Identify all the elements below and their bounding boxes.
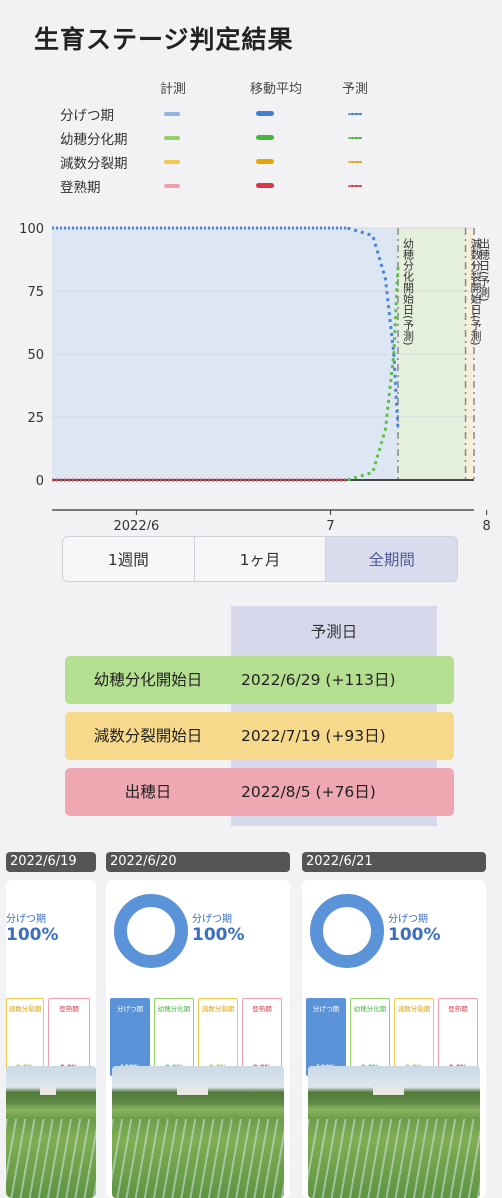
- stage-bar-tillering: 分げつ期 100%: [110, 998, 150, 1076]
- card-stage-percent: 100%: [388, 925, 441, 945]
- x-tick-label: 7: [326, 519, 334, 530]
- stage-bar-panicle-initiation: 幼穂分化期 0.0%: [350, 998, 390, 1076]
- stage-bar-ripening: 登熟期 0.0%: [48, 998, 90, 1076]
- legend-measured-swatch: [164, 184, 180, 188]
- stage-bar-label: 幼穂分化期: [353, 1005, 387, 1013]
- card-stage-percent: 100%: [192, 925, 245, 945]
- growth-stage-chart: 1007550250幼穂分化開始日(予測) 減数分裂開始日(予測)出穂日(予測)2…: [19, 222, 491, 530]
- legend-predicted-swatch: [348, 185, 362, 187]
- stage-bar-label: 減数分裂期: [201, 1005, 235, 1013]
- tab-1-month[interactable]: 1ヶ月: [195, 537, 327, 581]
- legend-predicted-swatch: [348, 137, 362, 139]
- legend-predicted-swatch: [348, 113, 362, 115]
- card-stage-label: 分げつ期: [192, 914, 232, 925]
- x-tick-label: 8: [483, 519, 491, 530]
- stage-bar-label: 登熟期: [448, 1005, 468, 1013]
- legend-header-measured: 計測: [160, 82, 187, 97]
- page-title: 生育ステージ判定結果: [34, 25, 294, 54]
- card-stage-label: 分げつ期: [6, 914, 46, 925]
- legend-label: 幼穂分化期: [60, 132, 128, 148]
- prediction-row-value: 2022/8/5 (+76日): [241, 783, 376, 801]
- stage-bar-ripening: 登熟期 0.0%: [242, 998, 282, 1076]
- stage-bar-label: 幼穂分化期: [157, 1005, 191, 1013]
- legend-header-predicted: 予測: [342, 82, 369, 97]
- stage-bar-label: 登熟期: [252, 1005, 272, 1013]
- prediction-row-panicle-initiation: 幼穂分化開始日 2022/6/29 (+113日): [65, 656, 454, 704]
- stage-bar-meiosis: 減数分裂期 0.0%: [6, 998, 44, 1076]
- daily-result-card[interactable]: 分げつ期 100% 分げつ期 100% 幼穂分化期 0.0% 減数分裂期 0.0…: [302, 880, 486, 1198]
- legend-measured-swatch: [164, 112, 180, 116]
- period-tabs[interactable]: 1週間 1ヶ月 全期間: [62, 536, 458, 582]
- stage-bar-label: 登熟期: [59, 1005, 79, 1013]
- legend-header-moving-average: 移動平均: [250, 82, 303, 97]
- stage-bar-meiosis: 減数分裂期 0.0%: [394, 998, 434, 1076]
- prediction-row-heading: 出穂日 2022/8/5 (+76日): [65, 768, 454, 816]
- y-tick-label: 100: [19, 222, 44, 237]
- stage-bar-label: 分げつ期: [313, 1005, 339, 1013]
- prediction-row-name: 減数分裂開始日: [93, 727, 203, 745]
- stage-bar-ripening: 登熟期 0.0%: [438, 998, 478, 1076]
- card-date-label: 2022/6/21: [302, 852, 486, 872]
- prediction-row-name: 出穂日: [124, 783, 172, 801]
- stage-donut-chart: [310, 894, 384, 968]
- stage-bar-tillering: 分げつ期 100%: [306, 998, 346, 1076]
- tab-all-period[interactable]: 全期間: [326, 537, 457, 581]
- stage-bar-meiosis: 減数分裂期 0.0%: [198, 998, 238, 1076]
- tab-1-week[interactable]: 1週間: [63, 537, 195, 581]
- prediction-row-value: 2022/7/19 (+93日): [241, 727, 386, 745]
- card-date-label: 2022/6/19: [6, 852, 96, 872]
- x-tick-label: 2022/6: [114, 519, 160, 530]
- stage-bar-label: 分げつ期: [117, 1005, 143, 1013]
- stage-bar-label: 減数分裂期: [8, 1005, 42, 1013]
- legend-label: 登熟期: [60, 180, 101, 196]
- legend-average-swatch: [256, 111, 274, 116]
- daily-result-card[interactable]: 分げつ期 100% 分げつ期 100% 幼穂分化期 0.0% 減数分裂期 0.0…: [106, 880, 290, 1198]
- legend-average-swatch: [256, 159, 274, 164]
- card-date-label: 2022/6/20: [106, 852, 290, 872]
- stage-bar-label: 減数分裂期: [397, 1005, 431, 1013]
- card-stage-label: 分げつ期: [388, 914, 428, 925]
- prediction-line-label: 幼穂分化開始日(予測): [402, 238, 415, 346]
- card-stage-percent: 100%: [6, 925, 59, 945]
- legend-measured-swatch: [164, 160, 180, 164]
- legend-predicted-swatch: [348, 161, 362, 163]
- prediction-row-value: 2022/6/29 (+113日): [241, 671, 396, 689]
- field-photo[interactable]: [308, 1066, 480, 1198]
- field-photo[interactable]: [112, 1066, 284, 1198]
- prediction-line-label: 出穂日(予測): [478, 237, 491, 302]
- legend-label: 分げつ期: [60, 108, 114, 124]
- legend-measured-swatch: [164, 136, 180, 140]
- prediction-row-meiosis: 減数分裂開始日 2022/7/19 (+93日): [65, 712, 454, 760]
- stage-bar-panicle-initiation: 幼穂分化期 0.0%: [154, 998, 194, 1076]
- daily-result-card[interactable]: 分げつ期 100% 減数分裂期 0.0% 登熟期 0.0%: [6, 880, 96, 1198]
- legend-average-swatch: [256, 183, 274, 188]
- prediction-header: 予測日: [310, 623, 358, 641]
- y-tick-label: 75: [27, 285, 44, 300]
- y-tick-label: 0: [36, 474, 44, 489]
- y-tick-label: 25: [27, 411, 44, 426]
- stage-donut-chart: [114, 894, 188, 968]
- legend-average-swatch: [256, 135, 274, 140]
- legend-label: 減数分裂期: [60, 156, 128, 172]
- field-photo[interactable]: [6, 1066, 96, 1198]
- prediction-row-name: 幼穂分化開始日: [93, 671, 203, 689]
- y-tick-label: 50: [27, 348, 44, 363]
